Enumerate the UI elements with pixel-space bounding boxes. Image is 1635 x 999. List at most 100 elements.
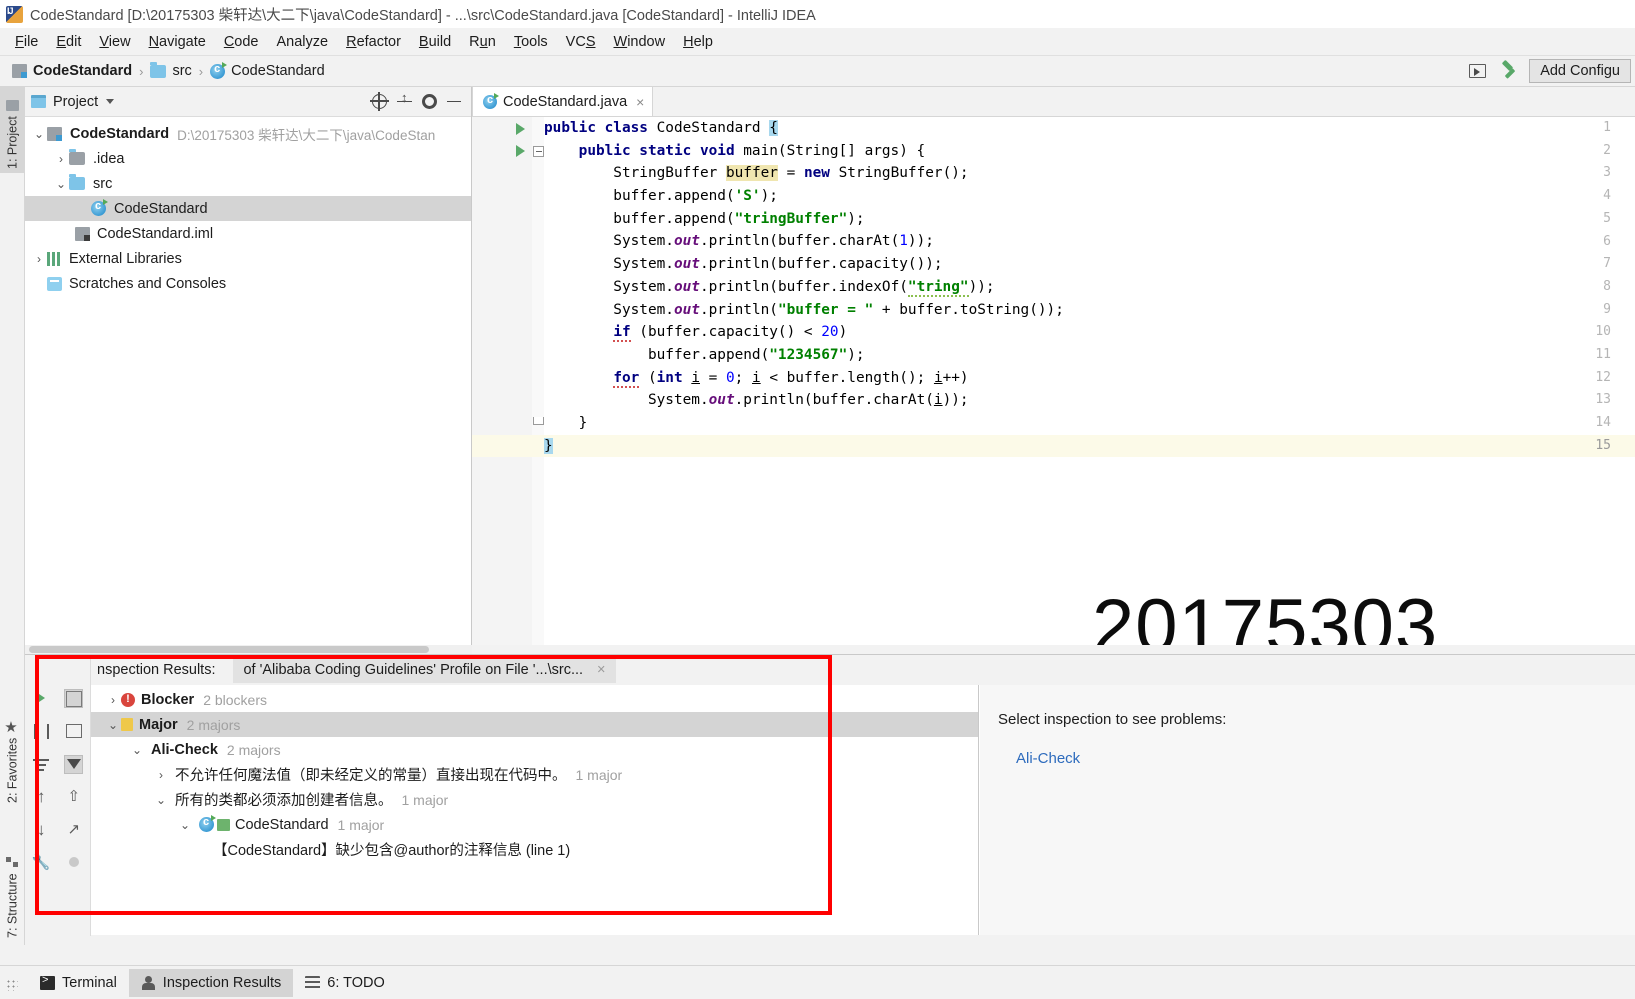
- chevron-right-icon[interactable]: ›: [153, 768, 169, 782]
- collapse-all-icon[interactable]: [397, 90, 412, 109]
- open-in-new-icon[interactable]: [64, 722, 83, 741]
- inspection-detail-link[interactable]: Ali-Check: [1016, 750, 1635, 767]
- inspection-row-major[interactable]: ⌄ Major 2 majors: [91, 712, 978, 737]
- breadcrumb-item-project[interactable]: CodeStandard: [12, 63, 132, 79]
- navigation-bar: CodeStandard › src › CodeStandard Add Co…: [0, 56, 1635, 87]
- chevron-right-icon[interactable]: ›: [105, 693, 121, 707]
- scrollbar-thumb[interactable]: [29, 646, 429, 653]
- menu-code[interactable]: Code: [215, 32, 268, 52]
- code-text[interactable]: public class CodeStandard { public stati…: [544, 117, 1635, 645]
- chevron-down-icon[interactable]: ⌄: [105, 718, 121, 732]
- share-icon[interactable]: ↗: [64, 821, 83, 840]
- menu-view[interactable]: View: [90, 32, 139, 52]
- menu-window[interactable]: Window: [605, 32, 675, 52]
- status-tab-terminal[interactable]: Terminal: [28, 969, 129, 997]
- menu-help[interactable]: Help: [674, 32, 722, 52]
- tree-row-project[interactable]: ⌄ CodeStandard D:\20175303 柴轩达\大二下\java\…: [25, 121, 471, 146]
- tree-row-idea[interactable]: › .idea: [25, 146, 471, 171]
- quick-fix-bulb-icon[interactable]: [64, 854, 83, 873]
- menu-navigate[interactable]: Navigate: [140, 32, 215, 52]
- breadcrumb-label: CodeStandard: [231, 63, 325, 79]
- tree-row-iml[interactable]: CodeStandard.iml: [25, 221, 471, 246]
- run-method-gutter-icon[interactable]: [516, 145, 525, 158]
- settings-wrench-icon[interactable]: 🔧: [32, 854, 51, 873]
- breadcrumb-item-src[interactable]: src: [150, 61, 192, 79]
- tree-row-src[interactable]: ⌄ src: [25, 171, 471, 196]
- editor-fold-strip[interactable]: [532, 117, 544, 645]
- previous-problem-icon[interactable]: ↑: [32, 788, 51, 807]
- chevron-down-icon[interactable]: ⌄: [129, 743, 145, 757]
- tree-row-scratches[interactable]: · Scratches and Consoles: [25, 271, 471, 296]
- fold-region-end-icon[interactable]: [533, 417, 544, 425]
- add-configuration-button[interactable]: Add Configu: [1529, 59, 1631, 83]
- editor-area: CodeStandard.java × 1 2 3 4 5 6 7 8 9 10…: [472, 86, 1635, 645]
- edit-settings-icon[interactable]: [64, 689, 84, 708]
- fold-region-icon[interactable]: [533, 145, 544, 157]
- java-class-icon: [483, 92, 499, 109]
- hide-minus-icon[interactable]: [447, 100, 461, 103]
- code-line-1: public class CodeStandard {: [544, 120, 778, 136]
- menu-run[interactable]: Run: [460, 32, 505, 52]
- inspection-row-blocker[interactable]: › ! Blocker 2 blockers: [91, 687, 978, 712]
- inspection-row-magic-value[interactable]: › 不允许任何魔法值（即未经定义的常量）直接出现在代码中。 1 major: [91, 762, 978, 787]
- inspection-row-ali-check[interactable]: ⌄ Ali-Check 2 majors: [91, 737, 978, 762]
- menu-refactor[interactable]: Refactor: [337, 32, 410, 52]
- tree-item-label: CodeStandard: [70, 125, 170, 142]
- status-tab-inspection-results[interactable]: Inspection Results: [128, 968, 294, 997]
- export-to-file-icon[interactable]: ⇧: [64, 788, 83, 807]
- inspection-row-codestandard-file[interactable]: ⌄ CodeStandard 1 major: [91, 812, 978, 837]
- line-number-current: 15: [1595, 437, 1611, 453]
- expand-group-icon[interactable]: [32, 722, 51, 741]
- inspection-results-label: nspection Results:: [97, 662, 216, 678]
- editor-tab-codestandard-java[interactable]: CodeStandard.java ×: [472, 86, 654, 116]
- project-icon: [6, 100, 19, 112]
- inspection-row-label: Blocker: [141, 691, 195, 708]
- menu-edit[interactable]: Edit: [47, 32, 90, 52]
- module-icon: [12, 64, 27, 78]
- rerun-inspection-icon[interactable]: [32, 689, 51, 708]
- breadcrumb-separator: ›: [139, 63, 144, 79]
- status-tab-label: Terminal: [62, 974, 117, 991]
- close-icon[interactable]: ×: [597, 662, 605, 678]
- run-class-gutter-icon[interactable]: [516, 122, 525, 135]
- code-line-7: System.out.println(buffer.capacity());: [544, 256, 943, 273]
- build-project-button[interactable]: [1496, 59, 1522, 83]
- code-editor[interactable]: 1 2 3 4 5 6 7 8 9 10 11 12 13 14 15 publ…: [472, 117, 1635, 645]
- chevron-right-icon[interactable]: ›: [31, 252, 47, 266]
- tree-row-codestandard-class[interactable]: CodeStandard: [25, 196, 471, 221]
- java-class-icon: [199, 815, 216, 832]
- inspection-tree: › ! Blocker 2 blockers ⌄ Major 2 majors …: [91, 685, 979, 935]
- inspection-row-problem-message[interactable]: 【CodeStandard】缺少包含@author的注释信息 (line 1): [91, 837, 978, 862]
- gear-icon[interactable]: [422, 94, 437, 109]
- project-horizontal-scrollbar[interactable]: [25, 645, 472, 654]
- chevron-down-icon[interactable]: ⌄: [153, 793, 169, 807]
- inspection-profile-chip[interactable]: of 'Alibaba Coding Guidelines' Profile o…: [233, 657, 616, 683]
- chevron-down-icon[interactable]: ⌄: [31, 127, 47, 141]
- sidebar-tab-project[interactable]: 1: Project: [0, 87, 25, 173]
- inspection-detail-title: Select inspection to see problems:: [998, 711, 1227, 728]
- menu-file[interactable]: File: [6, 32, 47, 52]
- code-line-13: System.out.println(buffer.charAt(i));: [544, 392, 969, 409]
- menu-tools[interactable]: Tools: [505, 32, 557, 52]
- tree-item-path: D:\20175303 柴轩达\大二下\java\CodeStan: [177, 127, 436, 143]
- filter-icon[interactable]: [64, 755, 84, 774]
- next-problem-icon[interactable]: ↓: [32, 821, 51, 840]
- close-icon[interactable]: ×: [636, 94, 644, 110]
- breadcrumb-item-class[interactable]: CodeStandard: [210, 61, 325, 79]
- status-tab-todo[interactable]: 6: TODO: [293, 969, 396, 997]
- locate-target-icon[interactable]: [370, 92, 389, 111]
- chevron-right-icon[interactable]: ›: [53, 152, 69, 166]
- chevron-down-icon[interactable]: ⌄: [53, 177, 69, 191]
- menu-build[interactable]: Build: [410, 32, 460, 52]
- sidebar-tab-structure[interactable]: 7: Structure: [0, 827, 25, 942]
- sidebar-tab-favorites[interactable]: 2: Favorites ★: [0, 697, 25, 807]
- menu-vcs[interactable]: VCS: [557, 32, 605, 52]
- breadcrumb-label: CodeStandard: [33, 63, 133, 79]
- group-by-severity-icon[interactable]: [32, 755, 51, 774]
- run-configuration-button[interactable]: [1464, 59, 1490, 83]
- tree-row-external-libraries[interactable]: › External Libraries: [25, 246, 471, 271]
- chevron-down-icon[interactable]: ⌄: [177, 818, 193, 832]
- inspection-row-author-required[interactable]: ⌄ 所有的类都必须添加创建者信息。 1 major: [91, 787, 978, 812]
- menu-analyze[interactable]: Analyze: [268, 32, 338, 52]
- chevron-down-icon[interactable]: [106, 99, 115, 104]
